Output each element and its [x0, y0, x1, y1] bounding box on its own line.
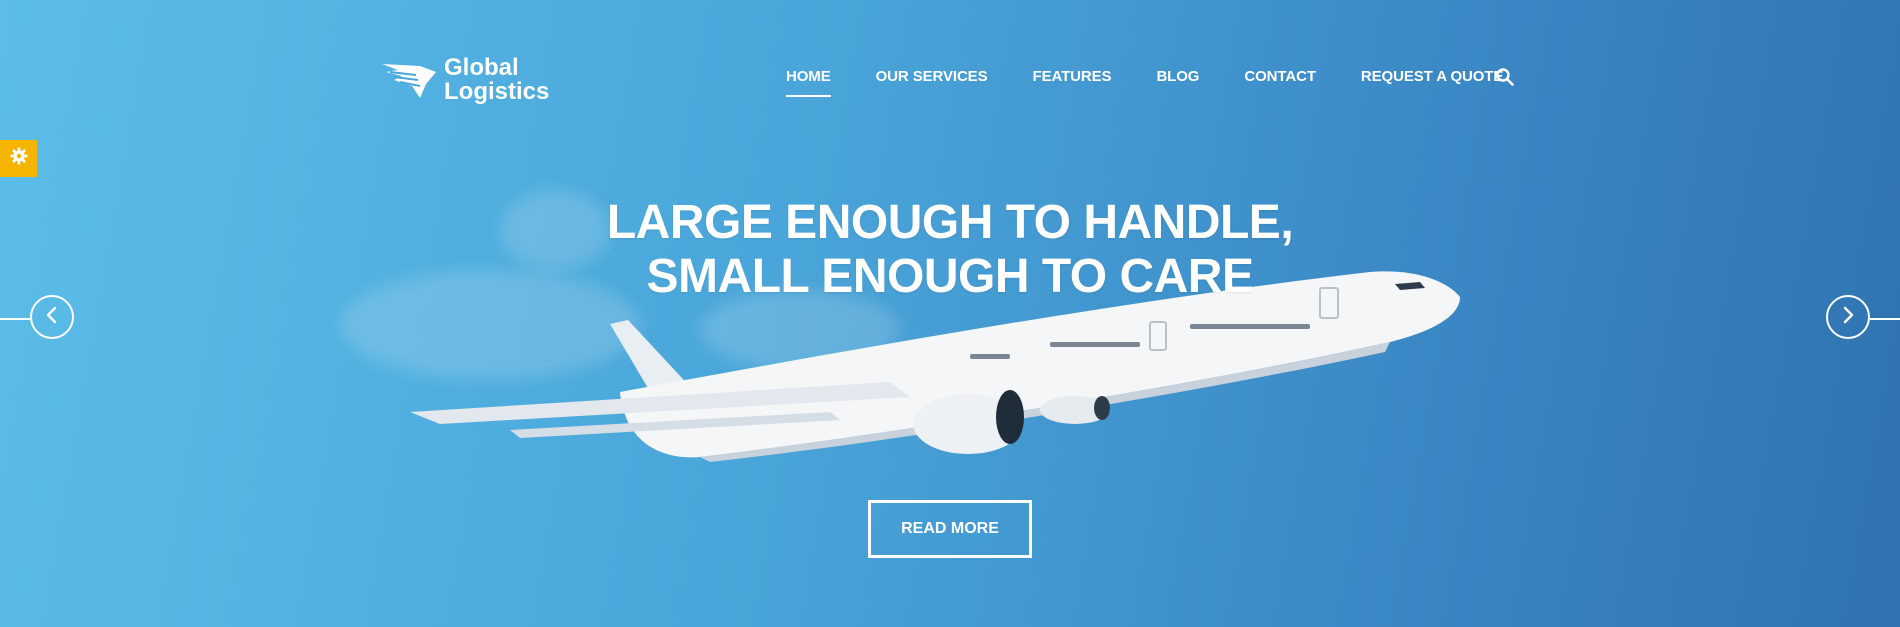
slider-line-right — [1870, 318, 1900, 320]
hero-headline-line2: SMALL ENOUGH TO CARE — [646, 250, 1254, 303]
hero-headline-line1: LARGE ENOUGH TO HANDLE, — [606, 196, 1294, 249]
slider-prev-button[interactable] — [30, 295, 74, 339]
chevron-right-icon — [1841, 306, 1855, 329]
brand-name-line2: Logistics — [444, 78, 550, 105]
wing-icon — [380, 58, 438, 102]
search-icon[interactable] — [1496, 68, 1514, 86]
main-nav: HOME OUR SERVICES FEATURES BLOG CONTACT … — [786, 68, 1504, 97]
nav-item-home[interactable]: HOME — [786, 68, 831, 97]
nav-item-request-a-quote[interactable]: REQUEST A QUOTE — [1361, 68, 1504, 85]
chevron-left-icon — [45, 306, 59, 329]
brand-logo[interactable]: Global Logistics — [380, 56, 549, 104]
nav-item-contact[interactable]: CONTACT — [1244, 68, 1316, 85]
slider-line-left — [0, 318, 30, 320]
slider-next-button[interactable] — [1826, 295, 1870, 339]
hero-headline: LARGE ENOUGH TO HANDLE, SMALL ENOUGH TO … — [0, 196, 1900, 304]
nav-item-blog[interactable]: BLOG — [1156, 68, 1199, 85]
brand-name-line1: Global — [444, 54, 519, 81]
read-more-button[interactable]: READ MORE — [868, 500, 1032, 558]
nav-item-our-services[interactable]: OUR SERVICES — [876, 68, 988, 85]
hero-slider: Global Logistics HOME OUR SERVICES FEATU… — [0, 0, 1900, 627]
nav-item-features[interactable]: FEATURES — [1033, 68, 1112, 85]
settings-toggle-button[interactable] — [0, 140, 37, 177]
gear-icon — [10, 147, 28, 170]
